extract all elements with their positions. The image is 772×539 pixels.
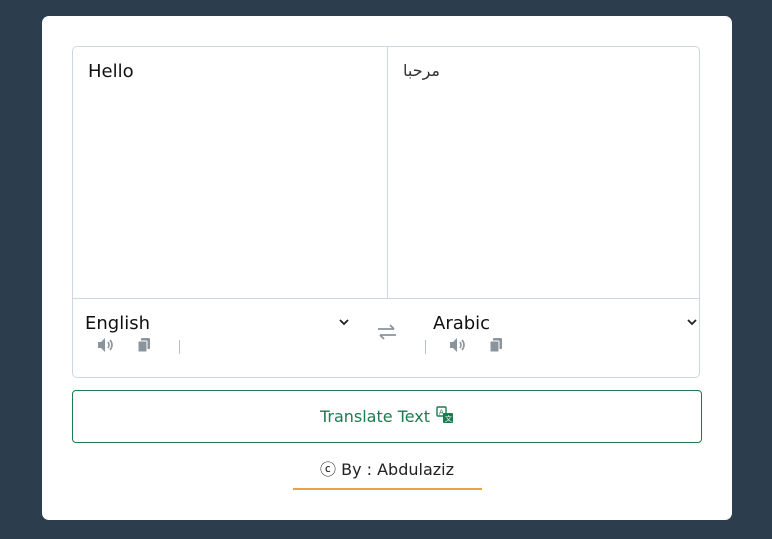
from-icons <box>97 337 227 357</box>
chevron-down-icon <box>687 315 697 329</box>
from-text-value: Hello <box>88 61 134 82</box>
to-text-value: مرحبا <box>403 61 440 80</box>
divider <box>179 340 180 354</box>
chevron-down-icon <box>339 315 349 329</box>
swap-arrows-icon[interactable] <box>376 324 398 340</box>
footer-credit: ⓒ By : Abdulaziz <box>320 460 454 479</box>
translator-card: Hello مرحبا English Arabic Translate Tex… <box>42 16 732 520</box>
translate-button-label: Translate Text <box>319 407 431 426</box>
translate-button[interactable]: Translate Text A文 <box>72 390 702 443</box>
from-language-select[interactable]: English <box>85 313 349 339</box>
credit-underline <box>293 488 482 490</box>
translate-icon: A文 <box>436 405 454 428</box>
translator-wrapper: Hello مرحبا English Arabic <box>72 46 700 378</box>
to-text-area[interactable]: مرحبا <box>388 47 701 298</box>
to-language-value: Arabic <box>433 313 491 334</box>
volume-icon[interactable] <box>97 337 115 357</box>
volume-icon[interactable] <box>449 337 467 357</box>
from-language-value: English <box>85 313 150 334</box>
to-language-select[interactable]: Arabic <box>433 313 697 339</box>
controls-bar: English Arabic <box>73 298 699 379</box>
to-icons <box>423 337 553 357</box>
copy-icon[interactable] <box>137 337 151 357</box>
copy-icon[interactable] <box>489 337 503 357</box>
from-text-area[interactable]: Hello <box>73 47 388 298</box>
svg-text:文: 文 <box>445 414 452 423</box>
